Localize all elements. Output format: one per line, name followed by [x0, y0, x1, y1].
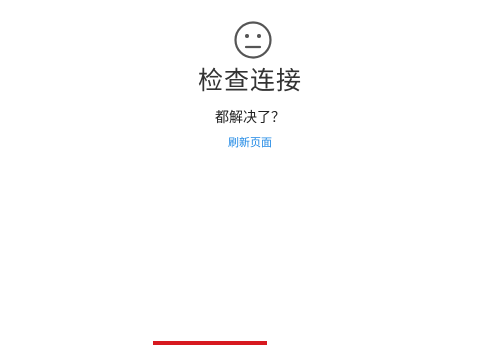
refresh-page-link[interactable]: 刷新页面: [0, 135, 500, 151]
page-title: 检查连接: [197, 66, 302, 95]
subtitle-question: 都解决了？: [215, 110, 285, 126]
accent-bar: [153, 341, 267, 345]
neutral-face-icon: [234, 21, 272, 59]
